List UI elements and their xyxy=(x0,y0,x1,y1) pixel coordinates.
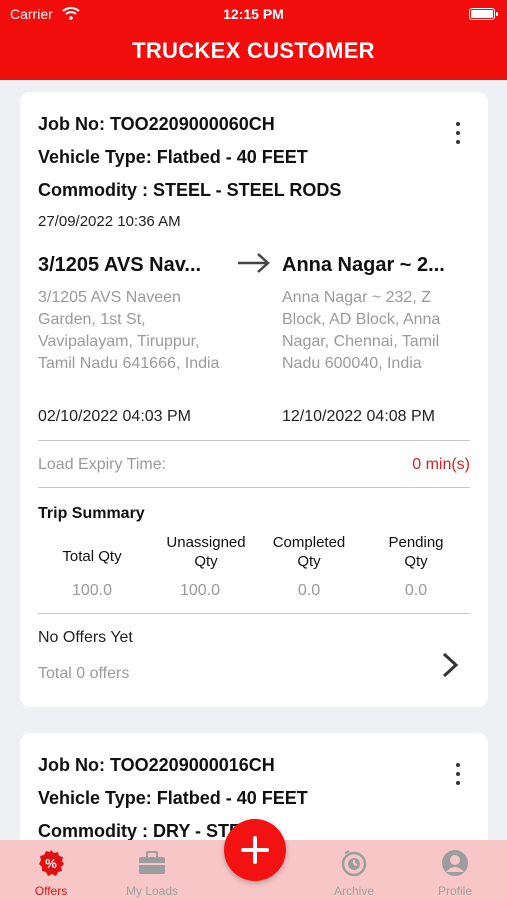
chevron-right-icon[interactable] xyxy=(440,651,460,679)
page-title: TRUCKEX CUSTOMER xyxy=(132,38,375,63)
destination-title: Anna Nagar ~ 2... xyxy=(282,254,445,276)
tab-label: My Loads xyxy=(125,884,179,898)
destination-address: Anna Nagar ~ 232, Z Block, AD Block, Ann… xyxy=(282,289,441,372)
job-number: Job No: TOO2209000016CH xyxy=(38,755,275,775)
offers-status: No Offers Yet xyxy=(38,629,133,646)
tab-my-loads[interactable]: My Loads xyxy=(107,840,197,900)
svg-text:%: % xyxy=(45,856,57,871)
tab-archive[interactable]: Archive xyxy=(309,840,399,900)
battery-icon xyxy=(469,8,498,20)
tab-profile[interactable]: Profile xyxy=(410,840,500,900)
more-options-icon[interactable] xyxy=(448,120,468,150)
summary-header-unassigned: Unassigned Qty xyxy=(166,534,246,570)
status-bar: Carrier 12:15 PM xyxy=(0,4,507,24)
divider xyxy=(38,613,470,614)
pickup-date: 02/10/2022 04:03 PM xyxy=(38,408,192,425)
clock: 12:15 PM xyxy=(223,6,284,22)
tab-label: Profile xyxy=(437,884,472,898)
created-date: 27/09/2022 10:36 AM xyxy=(38,213,181,230)
app-header: Carrier 12:15 PM TRUCKEX CUSTOMER xyxy=(0,0,507,80)
offers-count: Total 0 offers xyxy=(38,665,130,682)
origin-title: 3/1205 AVS Nav... xyxy=(38,254,202,276)
vehicle-type: Vehicle Type: Flatbed - 40 FEET xyxy=(38,788,308,808)
summary-value-completed: 0.0 xyxy=(297,582,321,599)
job-number: Job No: TOO2209000060CH xyxy=(38,114,275,134)
more-options-icon[interactable] xyxy=(448,761,468,791)
summary-value-unassigned: 100.0 xyxy=(179,582,221,599)
tab-offers[interactable]: % Offers xyxy=(6,840,96,900)
briefcase-icon xyxy=(139,851,165,874)
load-expiry-label: Load Expiry Time: xyxy=(38,456,167,473)
tab-label: Offers xyxy=(34,884,68,898)
summary-header-pending: Pending Qty xyxy=(388,534,444,570)
job-card[interactable]: Job No: TOO2209000060CH Vehicle Type: Fl… xyxy=(20,92,488,707)
tab-label: Archive xyxy=(333,884,374,898)
divider xyxy=(38,487,470,488)
load-expiry-value: 0 min(s) xyxy=(412,456,470,473)
divider xyxy=(38,440,470,441)
arrow-right-icon xyxy=(238,253,270,273)
trip-summary-title: Trip Summary xyxy=(38,505,145,522)
summary-header-total: Total Qty xyxy=(62,548,122,565)
add-load-button[interactable] xyxy=(224,819,286,881)
person-icon xyxy=(442,850,468,876)
percent-tag-icon: % xyxy=(39,850,64,876)
delivery-date: 12/10/2022 04:08 PM xyxy=(282,408,436,425)
summary-value-pending: 0.0 xyxy=(404,582,428,599)
summary-header-completed: Completed Qty xyxy=(272,534,346,570)
summary-value-total: 100.0 xyxy=(71,582,113,599)
vehicle-type: Vehicle Type: Flatbed - 40 FEET xyxy=(38,147,308,167)
origin-address: 3/1205 AVS Naveen Garden, 1st St, Vavipa… xyxy=(38,289,220,372)
commodity: Commodity : STEEL - STEEL RODS xyxy=(38,180,342,200)
archive-clock-icon xyxy=(341,850,367,877)
